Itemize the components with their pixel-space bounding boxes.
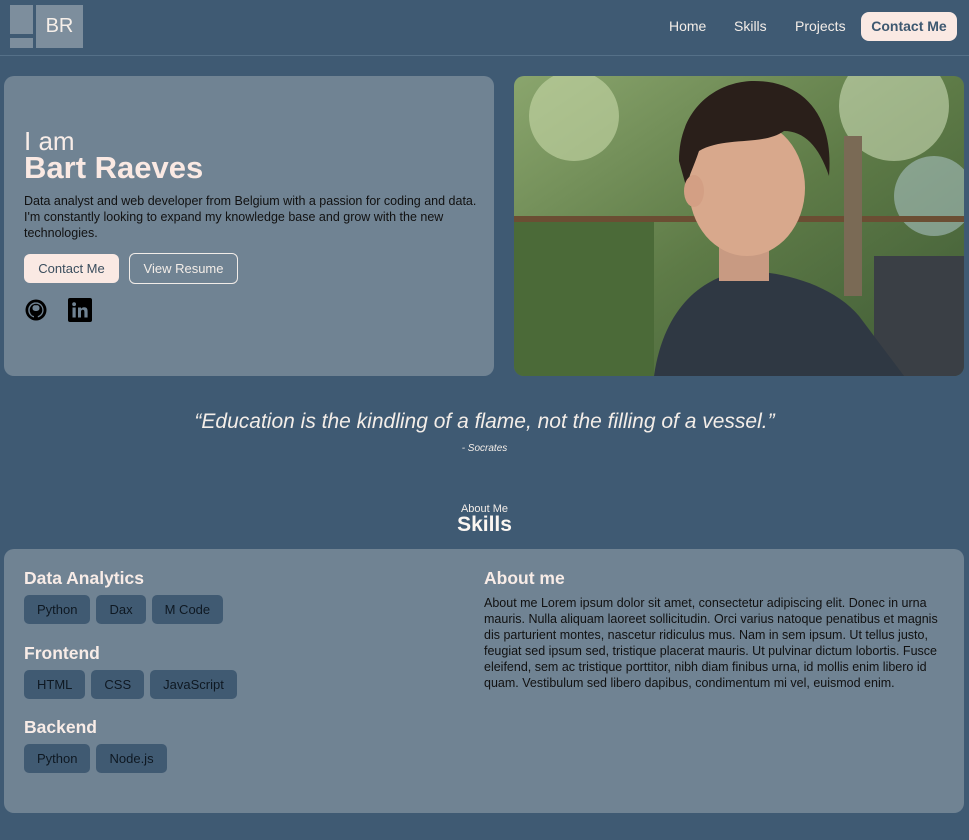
navbar: BR Home Skills Projects Contact Me <box>0 0 969 56</box>
nav-link-skills[interactable]: Skills <box>734 18 767 34</box>
nav-link-home[interactable]: Home <box>669 18 706 34</box>
logo[interactable]: BR <box>10 5 83 48</box>
resume-button[interactable]: View Resume <box>129 253 238 284</box>
skill-pill: HTML <box>24 670 86 699</box>
skill-pill: M Code <box>151 595 224 624</box>
skill-pill: JavaScript <box>150 670 237 699</box>
contact-button[interactable]: Contact Me <box>24 254 119 283</box>
logo-text: BR <box>36 5 83 48</box>
skill-group-title: Backend <box>24 717 97 737</box>
about-title: About me <box>484 568 565 588</box>
profile-photo <box>514 76 964 376</box>
about-text: About me Lorem ipsum dolor sit amet, con… <box>484 596 938 690</box>
skill-pill: Python <box>24 595 91 624</box>
skill-pill: Dax <box>96 595 146 624</box>
skill-pill-row: Python Dax M Code <box>24 595 224 624</box>
hero-name: Bart Raeves <box>24 150 204 185</box>
skill-pill: Node.js <box>96 744 167 773</box>
github-icon[interactable] <box>24 298 48 322</box>
skill-pill: CSS <box>91 670 145 699</box>
skill-pill-row: Python Node.js <box>24 744 167 773</box>
hero-description: Data analyst and web developer from Belg… <box>24 194 477 240</box>
logo-block <box>10 38 33 48</box>
skills-card: Data Analytics Python Dax M Code Fronten… <box>4 549 964 813</box>
quote-text: “Education is the kindling of a flame, n… <box>194 410 775 433</box>
nav-contact-button[interactable]: Contact Me <box>861 12 957 41</box>
skill-pill: Python <box>24 744 91 773</box>
skill-group-title: Frontend <box>24 643 100 663</box>
logo-block <box>10 5 33 34</box>
skill-pill-row: HTML CSS JavaScript <box>24 670 237 699</box>
section-title: Skills <box>457 513 512 536</box>
linkedin-icon[interactable] <box>68 298 92 322</box>
skill-group-title: Data Analytics <box>24 568 144 588</box>
quote-author: - Socrates <box>461 443 508 454</box>
nav-link-projects[interactable]: Projects <box>795 18 846 34</box>
hero-card: I am Bart Raeves Data analyst and web de… <box>4 76 494 376</box>
